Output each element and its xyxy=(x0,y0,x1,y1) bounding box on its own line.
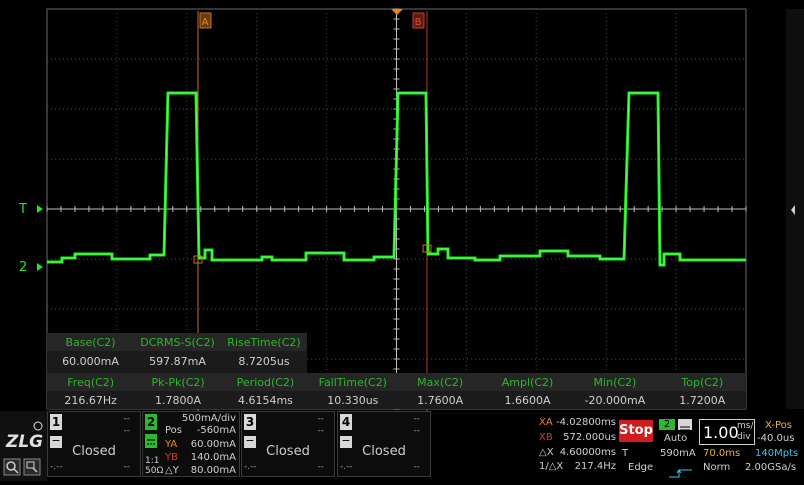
timebase-unit-bottom: div xyxy=(737,432,751,442)
xa-label: XA xyxy=(539,417,553,428)
measurement-value: 1.7200A xyxy=(679,394,726,407)
measurement-label: Ampl(C2) xyxy=(501,376,554,389)
channel-4-status: Closed xyxy=(362,444,406,459)
cursor-a-label: A xyxy=(202,17,209,28)
measurement-value: 8.7205us xyxy=(238,355,290,368)
channel-1-coupling-placeholder: -.-- xyxy=(50,462,63,472)
measurement-value: 597.87mA xyxy=(149,355,206,368)
channel-2-probe-ratio: 1:1 xyxy=(145,456,160,466)
xa-value: -4.02800ms xyxy=(556,417,616,428)
oscilloscope-screen: A B T 2 Base(C2) 60.000mA DCRMS-S(C2) 597.8… xyxy=(0,0,804,481)
measurement-value: 10.330us xyxy=(327,394,379,407)
svg-text:ZLG: ZLG xyxy=(5,432,43,452)
channel-2-dy-label: △Y xyxy=(165,465,179,476)
channel-2-ya-value: 60.00mA xyxy=(190,439,236,450)
channel-3-panel[interactable]: 3 − -- -- Closed -.-- -- xyxy=(241,411,335,477)
xb-label: XB xyxy=(539,432,553,443)
measurement-label: Max(C2) xyxy=(417,376,464,389)
measurement-label: Top(C2) xyxy=(681,376,724,389)
channel-2-offset-label: 2 xyxy=(19,260,27,275)
trigger-level-arrow[interactable] xyxy=(37,205,43,213)
inv-dx-label: 1/△X xyxy=(539,461,564,472)
channel-3-number[interactable]: 3 xyxy=(244,414,256,430)
measurement-label: FallTime(C2) xyxy=(318,376,387,389)
channel-2-dy-value: 80.00mA xyxy=(190,465,236,476)
channel-1-status: Closed xyxy=(72,444,116,459)
trigger-level-value: 590mA xyxy=(660,448,696,459)
channel-1-pos-placeholder: -- xyxy=(123,426,131,436)
channel-4-coupling-placeholder: -.-- xyxy=(340,462,353,472)
channel-3-value-placeholder: -- xyxy=(317,462,325,472)
dx-value: 4.60000ms xyxy=(559,447,616,458)
measurement-value: 4.6154ms xyxy=(237,394,293,407)
xpos-value: -40.0us xyxy=(757,433,795,444)
channel-1-scale-placeholder: -- xyxy=(123,414,131,424)
zoom-window-icon[interactable] xyxy=(23,458,41,476)
measurement-value: 1.7600A xyxy=(417,394,464,407)
delay-value: 70.0ms xyxy=(703,448,741,459)
channel-2-offset-arrow[interactable] xyxy=(37,263,43,271)
xpos-label: X-Pos xyxy=(765,420,792,431)
inv-dx-value: 217.4Hz xyxy=(574,461,616,472)
dx-label: △X xyxy=(539,447,554,458)
measurement-value: 216.67Hz xyxy=(64,394,117,407)
run-stop-button[interactable]: Stop xyxy=(619,420,653,442)
measurement-value: -20.000mA xyxy=(584,394,646,407)
trigger-t-label: T xyxy=(622,448,629,459)
logo-area: ZLG xyxy=(0,411,47,481)
channel-3-coupling-placeholder: -.-- xyxy=(244,462,257,472)
channel-3-pos-placeholder: -- xyxy=(317,426,325,436)
cursor-readout-panel[interactable]: XA -4.02800ms XB 572.000us △X 4.60000ms … xyxy=(536,416,616,476)
trigger-coupling-icon[interactable] xyxy=(678,419,692,431)
channel-4-value-placeholder: -- xyxy=(413,462,421,472)
channel-1-panel[interactable]: 1 − -- -- Closed -.-- -- xyxy=(47,411,141,477)
timebase-value: 1.00 xyxy=(703,423,739,442)
channel-4-scale-placeholder: -- xyxy=(413,414,421,424)
search-zoom-icon[interactable] xyxy=(3,458,21,476)
channel-4-pos-placeholder: -- xyxy=(413,426,421,436)
channel-2-panel[interactable]: 2 500mA/div Pos -560mA YA 60.00mA YB 140… xyxy=(142,411,240,477)
trigger-source-badge[interactable]: 2 xyxy=(659,419,675,430)
channel-2-ya-label: YA xyxy=(165,439,178,450)
acquisition-mode: Norm xyxy=(703,462,731,473)
channel-2-number[interactable]: 2 xyxy=(145,414,157,430)
measurement-label: Min(C2) xyxy=(593,376,637,389)
channel-2-coupling-icon[interactable] xyxy=(145,434,157,448)
channel-3-status: Closed xyxy=(266,444,310,459)
channel-4-panel[interactable]: 4 − -- -- Closed -.-- -- xyxy=(337,411,431,477)
channel-3-scale-placeholder: -- xyxy=(317,414,325,424)
measurement-label: Pk-Pk(C2) xyxy=(151,376,205,389)
trigger-level-label: T xyxy=(18,202,27,217)
measurement-value: 1.6600A xyxy=(504,394,551,407)
memory-depth: 140Mpts xyxy=(755,448,799,459)
trigger-position-marker[interactable] xyxy=(391,9,403,15)
sample-rate: 2.00GSa/s xyxy=(745,462,797,473)
measurement-value: 1.7800A xyxy=(155,394,202,407)
channel-2-yb-value: 140.0mA xyxy=(190,452,236,463)
measurement-label: Base(C2) xyxy=(65,336,116,349)
measurement-label: DCRMS-S(C2) xyxy=(140,336,215,349)
trigger-mode[interactable]: Auto xyxy=(664,433,687,444)
measurement-label: RiseTime(C2) xyxy=(227,336,301,349)
channel-2-pos-label: Pos xyxy=(165,425,183,436)
channel-2-pos-value: -560mA xyxy=(196,425,236,436)
timebase-box[interactable]: 1.00 ms/ div xyxy=(699,419,755,445)
channel-4-number[interactable]: 4 xyxy=(340,414,352,430)
channel-1-number[interactable]: 1 xyxy=(50,414,62,430)
zlg-logo-icon: ZLG xyxy=(5,421,43,452)
channel-1-value-placeholder: -- xyxy=(123,462,131,472)
timebase-unit-top: ms/ xyxy=(737,421,754,431)
cursor-b-label: B xyxy=(415,17,422,28)
xb-value: 572.000us xyxy=(563,432,616,443)
measurement-value: 60.000mA xyxy=(62,355,119,368)
rising-edge-icon xyxy=(668,463,694,478)
channel-2-impedance: 50Ω xyxy=(145,466,164,476)
measurement-label: Period(C2) xyxy=(236,376,295,389)
trigger-type[interactable]: Edge xyxy=(628,462,653,473)
channel-2-scale: 500mA/div xyxy=(181,413,236,424)
channel-2-yb-label: YB xyxy=(165,452,178,463)
measurement-label: Freq(C2) xyxy=(67,376,115,389)
